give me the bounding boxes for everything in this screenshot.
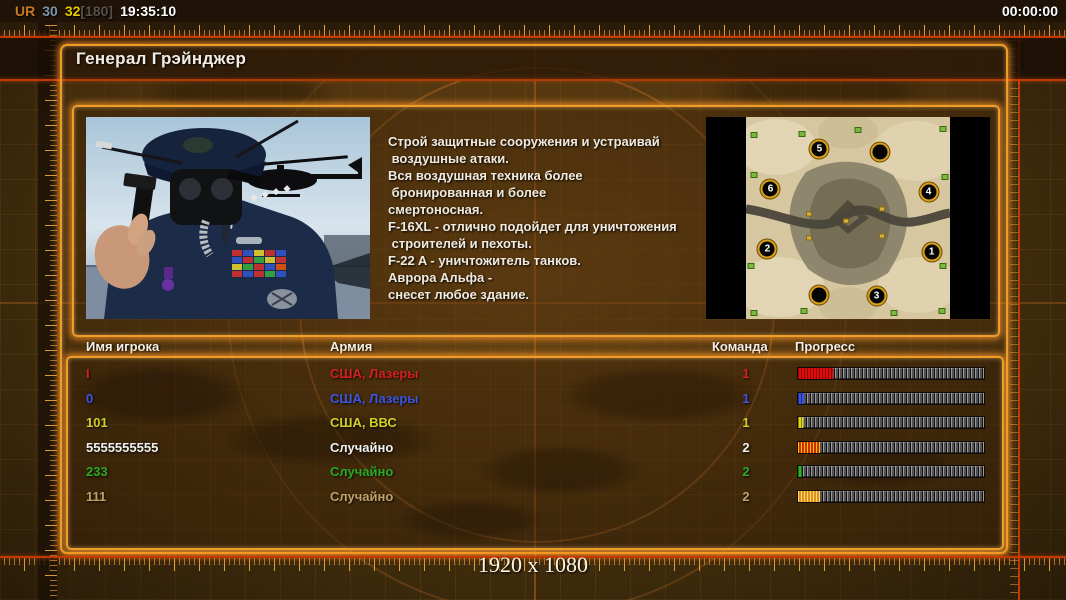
progress-fill — [798, 368, 834, 379]
supply-dot — [798, 130, 806, 137]
progress-bar — [797, 465, 985, 478]
portrait-illustration — [86, 117, 370, 319]
supply-dot — [750, 309, 758, 316]
player-army: США, Лазеры — [330, 366, 419, 381]
player-row: I США, Лазеры 1 — [66, 362, 1000, 387]
player-row: 233 Случайно 2 — [66, 460, 1000, 485]
player-row: 101 США, ВВС 1 — [66, 411, 1000, 436]
map-spawn-point: 1 — [922, 242, 942, 262]
loading-screen: UR 30 32[180] 19:35:10 00:00:00 Генерал Грэ… — [0, 0, 1066, 600]
supply-dot — [939, 263, 947, 270]
top-ruler — [0, 22, 1066, 36]
general-portrait — [86, 117, 370, 319]
player-army: Случайно — [330, 439, 394, 455]
status-segment: 30 — [42, 3, 58, 19]
player-rows: I США, Лазеры 1 0 США, Лазеры 1 101 США, ВВС 1 55… — [66, 362, 1000, 509]
supply-dot — [750, 171, 758, 178]
player-row: 111 Случайно 2 — [66, 485, 1000, 510]
player-team: 2 — [742, 439, 750, 455]
player-army: Случайно — [330, 464, 394, 479]
map-spawn-point: 6 — [760, 179, 780, 199]
player-team: 1 — [742, 390, 750, 406]
column-header-progress: Прогресс — [795, 339, 856, 354]
status-segment: UR — [15, 3, 36, 19]
progress-bar — [797, 391, 985, 405]
supply-dot — [941, 173, 949, 180]
supply-dot — [854, 126, 862, 133]
right-red-line — [1018, 36, 1020, 600]
resolution-label: 1920 x 1080 — [478, 552, 588, 577]
progress-bar — [797, 416, 985, 429]
progress-bar — [797, 367, 985, 380]
progress-fill — [798, 441, 821, 453]
player-name: 233 — [86, 464, 108, 479]
player-row: 5555555555 Случайно 2 — [66, 436, 1000, 461]
player-team: 1 — [742, 415, 750, 430]
status-segment: 32 — [64, 3, 81, 19]
player-name: 0 — [86, 390, 94, 406]
player-name: 5555555555 — [86, 439, 159, 455]
wings-badge — [236, 237, 262, 244]
supply-dot — [800, 307, 808, 314]
progress-fill — [798, 490, 821, 502]
supply-dot — [939, 125, 947, 132]
supply-dot — [890, 309, 898, 316]
purple-heart-medal — [164, 267, 173, 279]
player-team: 2 — [742, 488, 750, 504]
supply-dot — [750, 131, 758, 138]
map-content: 5 6 4 2 1 3 — [746, 117, 950, 319]
left-ruler — [38, 22, 57, 600]
map-spawn-point: 5 — [809, 139, 829, 159]
tech-dot — [806, 235, 813, 241]
progress-fill — [798, 392, 804, 404]
player-army: Случайно — [330, 488, 394, 504]
player-name: 111 — [86, 488, 107, 504]
player-name: 101 — [86, 415, 108, 430]
player-team: 1 — [742, 366, 750, 381]
supply-dot — [747, 263, 755, 270]
general-description: Строй защитные сооружения и устраивай во… — [388, 134, 677, 302]
map-spawn-point: 2 — [757, 239, 777, 259]
map-spawn-point — [870, 142, 890, 162]
map-spawn-point — [809, 285, 829, 305]
status-left: UR 30 32[180] 19:35:10 — [8, 3, 176, 19]
supply-dot — [938, 307, 946, 314]
player-army: США, Лазеры — [330, 390, 419, 406]
page-title: Генерал Грэйнджер — [76, 49, 247, 68]
player-row: 0 США, Лазеры 1 — [66, 387, 1000, 412]
progress-bar — [797, 440, 985, 454]
column-header-army: Армия — [330, 339, 373, 354]
progress-bar — [797, 489, 985, 503]
map-spawn-point: 3 — [867, 286, 887, 306]
map-preview: 5 6 4 2 1 3 — [706, 117, 990, 319]
tech-dot — [878, 206, 885, 211]
tech-dot — [878, 233, 885, 239]
column-header-team: Команда — [712, 339, 768, 354]
map-spawn-point: 4 — [919, 182, 939, 202]
column-header-name: Имя игрока — [86, 339, 160, 354]
player-team: 2 — [742, 464, 750, 479]
progress-fill — [798, 417, 803, 428]
progress-fill — [798, 466, 802, 477]
tech-dot — [842, 218, 849, 224]
player-name: I — [86, 366, 90, 381]
game-timer: 00:00:00 — [1001, 3, 1058, 19]
status-segment: 19:35:10 — [120, 3, 177, 19]
status-segment: [180] — [80, 3, 114, 19]
status-bar: UR 30 32[180] 19:35:10 00:00:00 — [0, 0, 1066, 22]
player-army: США, ВВС — [330, 415, 397, 430]
tech-dot — [806, 211, 813, 217]
